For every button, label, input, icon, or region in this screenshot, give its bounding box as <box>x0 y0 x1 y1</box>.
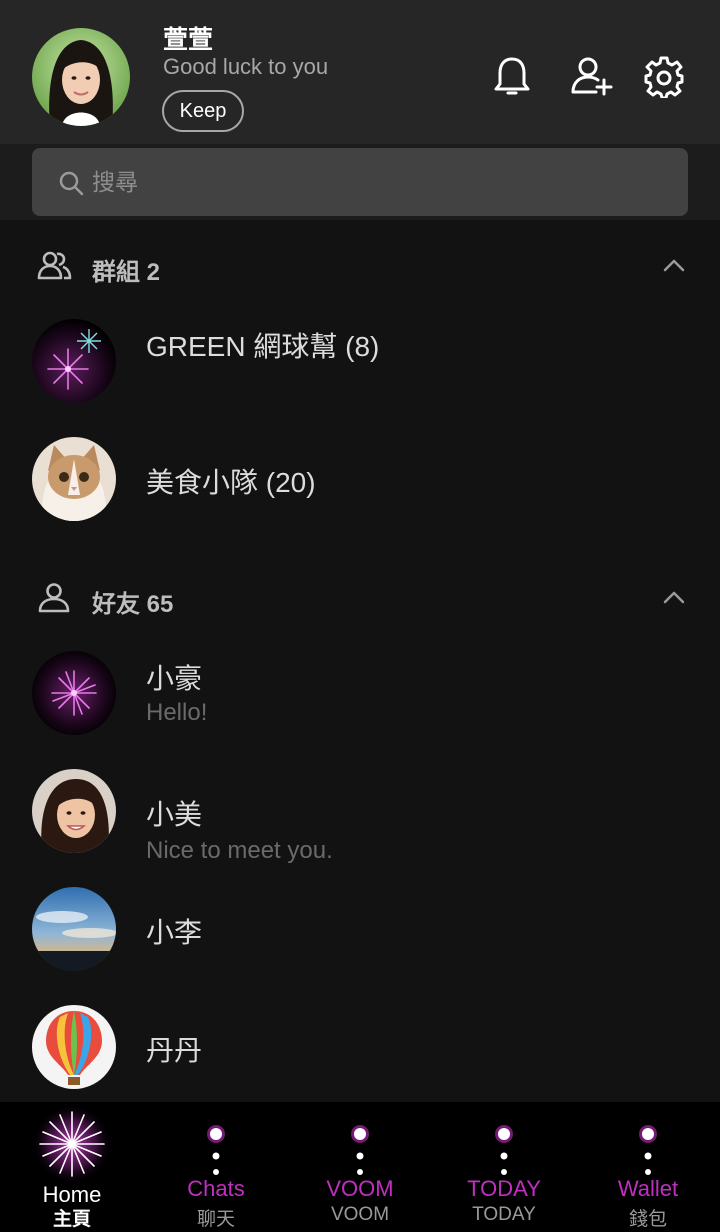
group-list-item[interactable]: 美食小隊 (20) <box>0 423 720 533</box>
search-bar <box>0 144 720 220</box>
nav-home[interactable]: Home 主頁 <box>0 1102 144 1232</box>
profile-header: 萱萱 Good luck to you Keep <box>0 0 720 144</box>
bell-icon[interactable] <box>490 54 534 98</box>
friend-name: 小美 <box>146 799 203 830</box>
group-name: GREEN 網球幫 (8) <box>146 331 380 362</box>
nav-label: TODAY <box>467 1176 541 1201</box>
nav-label: Chats <box>187 1176 245 1201</box>
keep-button[interactable]: Keep <box>162 90 244 132</box>
friends-section-title: 好友 65 <box>92 591 174 618</box>
profile-status-message[interactable]: Good luck to you <box>163 54 328 80</box>
group-avatar <box>32 319 116 403</box>
dots-icon <box>495 1125 513 1175</box>
home-firework-icon <box>32 1104 112 1184</box>
nav-sublabel: 錢包 <box>628 1209 667 1230</box>
search-box[interactable] <box>32 148 688 216</box>
person-icon <box>38 583 70 613</box>
group-name: 美食小隊 (20) <box>146 467 316 498</box>
nav-chats[interactable]: Chats 聊天 <box>144 1102 288 1232</box>
nav-label: VOOM <box>326 1176 394 1201</box>
nav-today[interactable]: TODAY TODAY <box>432 1102 576 1232</box>
search-icon <box>59 171 84 196</box>
group-icon <box>37 251 72 280</box>
groups-section-title: 群組 2 <box>92 259 161 286</box>
search-input[interactable] <box>92 164 652 200</box>
chevron-up-icon[interactable] <box>660 252 688 280</box>
nav-sublabel: TODAY <box>472 1204 536 1225</box>
nav-wallet[interactable]: Wallet 錢包 <box>576 1102 720 1232</box>
friend-name: 小李 <box>146 917 203 948</box>
friend-list-item[interactable]: 小美 Nice to meet you. <box>0 755 720 865</box>
friend-list-item[interactable]: 小豪 Hello! <box>0 637 720 747</box>
gear-icon[interactable] <box>642 54 686 100</box>
nav-label: Wallet <box>617 1176 679 1201</box>
friend-avatar <box>32 1005 116 1089</box>
friend-list-item[interactable]: 丹丹 <box>0 991 720 1101</box>
profile-name: 萱萱 <box>163 26 214 54</box>
friend-avatar <box>32 769 116 853</box>
profile-avatar[interactable] <box>32 28 130 126</box>
friends-section-header[interactable]: 好友 65 <box>0 568 720 628</box>
nav-sublabel: 聊天 <box>196 1209 235 1230</box>
friend-status-message: Nice to meet you. <box>146 837 333 864</box>
nav-sublabel: 主頁 <box>52 1209 91 1230</box>
chevron-up-icon[interactable] <box>660 584 688 612</box>
dots-icon <box>639 1125 657 1175</box>
friend-avatar <box>32 651 116 735</box>
friend-avatar <box>32 887 116 971</box>
dots-icon <box>207 1125 225 1175</box>
dots-icon <box>351 1125 369 1175</box>
add-friend-icon[interactable] <box>570 54 614 98</box>
friend-name: 丹丹 <box>146 1035 203 1066</box>
friend-list-item[interactable]: 小李 <box>0 873 720 983</box>
group-avatar <box>32 437 116 521</box>
groups-section-header[interactable]: 群組 2 <box>0 236 720 296</box>
friend-status-message: Hello! <box>146 699 208 726</box>
nav-voom[interactable]: VOOM VOOM <box>288 1102 432 1232</box>
nav-sublabel: VOOM <box>330 1204 390 1225</box>
group-list-item[interactable]: GREEN 網球幫 (8) <box>0 305 720 415</box>
bottom-nav: Home 主頁 Chats 聊天 VOOM VOOM TODAY TODAY W… <box>0 1102 720 1232</box>
friend-name: 小豪 <box>146 663 203 694</box>
